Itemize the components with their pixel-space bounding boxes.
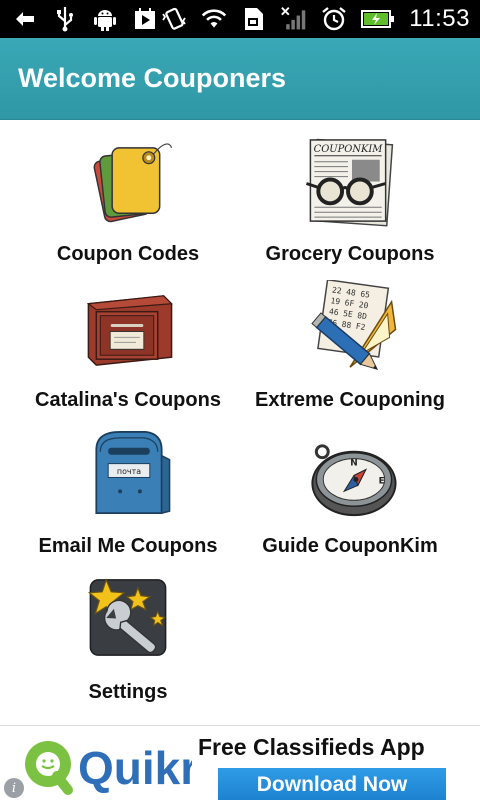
menu-item-settings[interactable]: Settings [8,558,248,704]
ad-brand: Quikr [78,742,192,794]
status-system: 11:53 [161,5,470,33]
newspaper-glasses-icon: COUPONKIM [305,138,394,227]
menu-item-grocery-coupons[interactable]: COUPONKIM Grocery Coupons [230,120,470,266]
android-debug-icon [92,6,118,32]
no-signal-icon [281,6,307,32]
ad-banner[interactable]: Quikr Free Classifieds App Download Now … [0,725,480,800]
menu-item-label: Catalina's Coupons [35,389,221,411]
menu-item-email-me-coupons[interactable]: почта Email Me Coupons [8,412,248,558]
vibrate-icon [161,6,187,32]
menu-item-guide-couponkim[interactable]: N E Guide CouponKim [230,412,470,558]
usb-icon [52,6,78,32]
menu-grid: Coupon Codes COUPONKIM Grocery Coupons C… [0,120,480,725]
alarm-icon [321,6,347,32]
menu-item-label: Coupon Codes [56,243,200,265]
wrench-stars-icon [87,578,167,656]
newspaper-masthead: COUPONKIM [314,144,384,155]
battery-charging-icon [361,6,395,32]
menu-item-extreme-couponing[interactable]: 22 48 65 19 6F 20 46 5E 8D 76 88 F2 Extr… [230,266,470,412]
file-drawer-icon [86,295,173,366]
wifi-icon [201,6,227,32]
menu-item-coupon-codes[interactable]: Coupon Codes [8,120,248,266]
page-title: Welcome Couponers [18,63,287,93]
svg-text:N: N [350,459,357,469]
ad-info-icon[interactable]: i [4,778,24,798]
download-now-button[interactable]: Download Now [218,768,446,800]
sd-card-icon [241,6,267,32]
back-icon [12,6,38,32]
mailbox-icon: почта [95,431,171,515]
status-notifications [12,6,158,32]
status-bar: 11:53 [0,0,480,38]
app-header: Welcome Couponers [0,38,480,120]
coupon-tags-icon [93,143,173,223]
menu-item-label: Settings [88,681,168,703]
menu-item-label: Email Me Coupons [38,535,218,557]
svg-text:E: E [379,476,385,486]
play-store-icon [132,6,158,32]
ad-title: Free Classifieds App [198,734,425,760]
quikr-logo: Quikr [25,741,192,795]
compass-icon: N E [311,444,397,517]
mailbox-label: почта [117,467,141,476]
clock-time: 11:53 [409,5,470,32]
menu-item-catalinas-coupons[interactable]: Catalina's Coupons [8,266,248,412]
menu-item-label: Grocery Coupons [265,243,435,265]
menu-item-label: Extreme Couponing [254,389,445,411]
menu-item-label: Guide CouponKim [262,535,438,557]
pencil-ruler-icon: 22 48 65 19 6F 20 46 5E 8D 76 88 F2 [311,280,397,370]
